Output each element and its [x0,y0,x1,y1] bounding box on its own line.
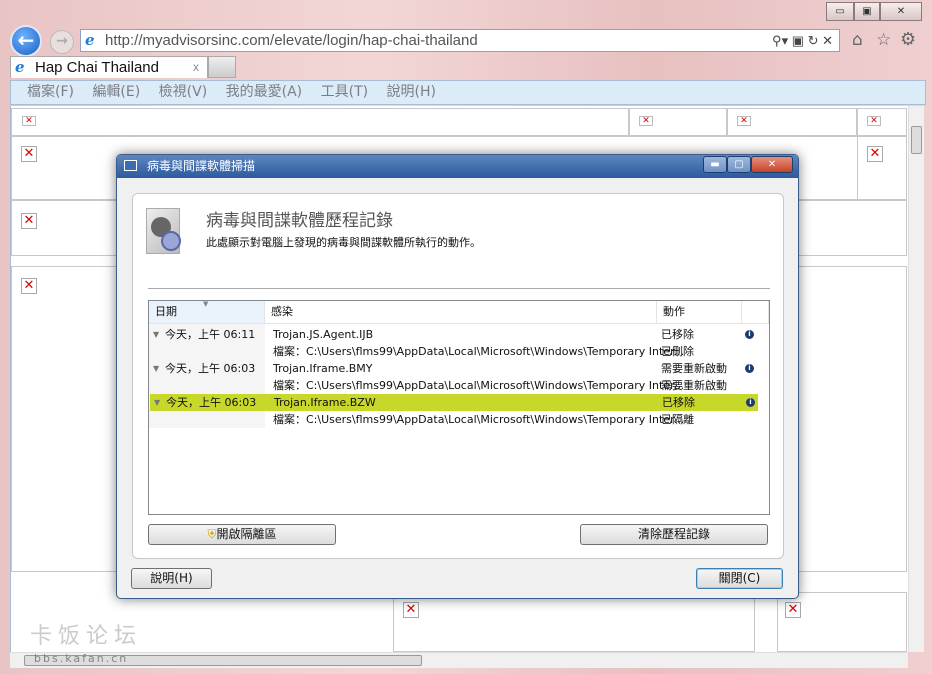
info-icon[interactable]: i [746,398,755,407]
entry-threat-name: Trojan.Iframe.BMY [273,362,373,375]
column-header-action[interactable]: 動作 [657,301,742,324]
entry-action: 已移除 [661,328,694,341]
tab-label: Hap Chai Thailand [35,59,159,76]
home-icon[interactable]: ⌂ [852,30,863,50]
page-cell [393,592,755,652]
ie-icon: e [15,58,25,76]
broken-image-icon: ✕ [403,602,419,618]
history-heading: 病毒與間諜軟體歷程記錄 [206,211,393,231]
minimize-button[interactable]: ▭ [826,2,854,21]
broken-image-icon: ✕ [867,146,883,162]
maximize-button[interactable]: ▣ [854,2,880,21]
expand-arrow-icon[interactable]: ▼ [154,394,160,411]
dialog-window-title: 病毒與間諜軟體掃描 [147,159,256,173]
tab-close-icon[interactable]: x [193,57,199,78]
address-actions-icon[interactable]: ⚲▾ ▣ ↻ ✕ [772,30,833,51]
sort-arrow-icon: ▼ [203,300,209,308]
broken-image-icon: ✕ [785,602,801,618]
open-quarantine-button[interactable]: ⛨開啟隔離區 [148,524,336,545]
history-entry-row[interactable]: ▼ 今天，上午 06:03 Trojan.Iframe.BZW 已移除 i [150,394,758,411]
separator [148,288,770,289]
broken-image-icon: ✕ [639,116,653,126]
favorites-star-icon[interactable]: ☆ [876,30,891,50]
new-tab-button[interactable] [208,56,236,78]
menu-tools[interactable]: 工具(T) [321,84,368,100]
dialog-close-button[interactable]: ✕ [751,156,793,173]
entry-action: 需要重新啟動 [661,362,727,375]
close-window-button[interactable]: ✕ [880,2,922,21]
broken-image-icon: ✕ [22,116,36,126]
app-icon [124,160,137,171]
history-entry-row[interactable]: ▼ 今天，上午 06:11 Trojan.JS.Agent.IJB 已移除 i [149,326,757,343]
history-description: 此處顯示對電腦上發現的病毒與間諜軟體所執行的動作。 [206,236,481,249]
menu-file[interactable]: 檔案(F) [27,84,74,100]
url-text: http://myadvisorsinc.com/elevate/login/h… [105,32,478,49]
dialog-titlebar: 病毒與間諜軟體掃描 ▬ ▢ ✕ [117,155,798,178]
entry-date: 今天，上午 06:03 [165,362,256,375]
history-entry-file-row[interactable]: 檔案：C:\Users\flms99\AppData\Local\Microso… [149,411,757,428]
vertical-scrollbar[interactable] [908,106,924,652]
history-entry-file-row[interactable]: 檔案：C:\Users\flms99\AppData\Local\Microso… [149,343,757,360]
tab-hap-chai-thailand[interactable]: e Hap Chai Thailand x [10,56,208,78]
broken-image-icon: ✕ [21,213,37,229]
entry-file-path: 檔案：C:\Users\flms99\AppData\Local\Microso… [273,413,685,426]
expand-arrow-icon[interactable]: ▼ [153,326,159,343]
bug-clock-icon [146,208,181,254]
clear-history-button[interactable]: 清除歷程記錄 [580,524,768,545]
entry-file-path: 檔案：C:\Users\flms99\AppData\Local\Microso… [273,379,685,392]
column-header-infection[interactable]: 感染 [265,301,657,324]
close-button[interactable]: 關閉(C) [696,568,783,589]
menu-bar: 檔案(F) 編輯(E) 檢視(V) 我的最愛(A) 工具(T) 說明(H) [10,80,926,105]
broken-image-icon: ✕ [21,278,37,294]
broken-image-icon: ✕ [867,116,881,126]
info-icon[interactable]: i [745,330,754,339]
column-header-date[interactable]: 日期 ▼ [149,300,265,324]
dialog-minimize-button[interactable]: ▬ [703,156,727,173]
expand-arrow-icon[interactable]: ▼ [153,360,159,377]
broken-image-icon: ✕ [737,116,751,126]
history-entry-file-row[interactable]: 檔案：C:\Users\flms99\AppData\Local\Microso… [149,377,757,394]
entry-threat-name: Trojan.Iframe.BZW [274,396,376,409]
address-bar[interactable]: e http://myadvisorsinc.com/elevate/login… [80,29,840,52]
help-button[interactable]: 說明(H) [131,568,212,589]
entry-file-action: 需要重新啟動 [661,379,727,392]
virus-scan-dialog: 病毒與間諜軟體掃描 ▬ ▢ ✕ 病毒與間諜軟體歷程記錄 此處顯示對電腦上發現的病… [116,154,799,599]
page-cell [11,108,629,136]
menu-view[interactable]: 檢視(V) [159,84,208,100]
entry-date: 今天，上午 06:11 [165,328,256,341]
entry-threat-name: Trojan.JS.Agent.IJB [273,328,374,341]
column-header-info [742,301,769,324]
menu-help[interactable]: 說明(H) [387,84,436,100]
shield-icon: ⛨ [207,527,217,541]
entry-date: 今天，上午 06:03 [166,396,257,409]
ie-icon: e [85,31,95,49]
info-icon[interactable]: i [745,364,754,373]
broken-image-icon: ✕ [21,146,37,162]
back-button[interactable]: ← [10,25,42,57]
page-cell [857,108,907,136]
forward-button[interactable]: → [50,30,74,54]
menu-favorites[interactable]: 我的最愛(A) [226,84,303,100]
entry-file-path: 檔案：C:\Users\flms99\AppData\Local\Microso… [273,345,685,358]
entry-file-action: 已隔離 [661,413,694,426]
page-cell [777,592,907,652]
gear-icon[interactable]: ⚙ [900,29,916,50]
history-panel: 病毒與間諜軟體歷程記錄 此處顯示對電腦上發現的病毒與間諜軟體所執行的動作。 日期… [132,193,784,559]
scroll-thumb[interactable] [24,655,422,666]
entry-action: 已移除 [662,396,695,409]
dialog-maximize-button[interactable]: ▢ [727,156,751,173]
menu-edit[interactable]: 編輯(E) [92,84,140,100]
history-entry-row[interactable]: ▼ 今天，上午 06:03 Trojan.Iframe.BMY 需要重新啟動 i [149,360,757,377]
scroll-thumb[interactable] [911,126,922,154]
entry-file-action: 已刪除 [661,345,694,358]
horizontal-scrollbar[interactable] [10,652,908,668]
history-list[interactable]: 日期 ▼ 感染 動作 ▼ 今天，上午 06:11 Trojan.JS.Agent.… [148,300,770,515]
